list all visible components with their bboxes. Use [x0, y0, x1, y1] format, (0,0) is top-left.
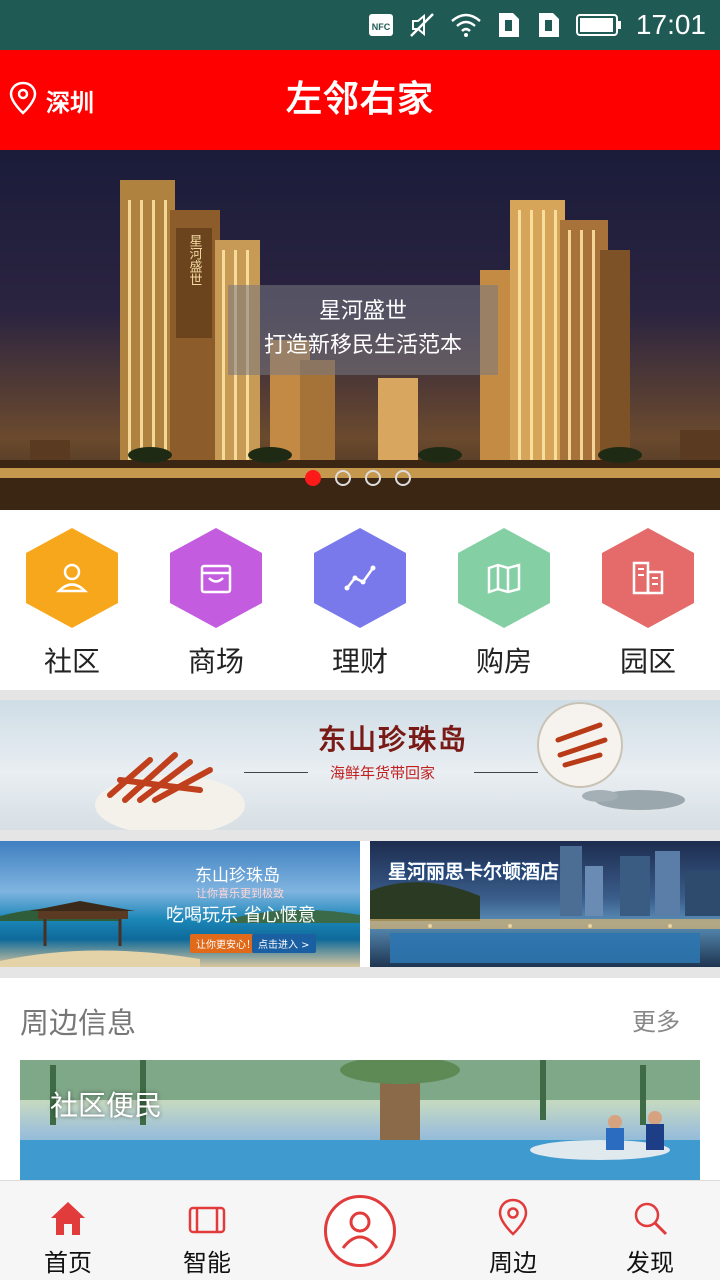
hero-caption-line2: 打造新移民生活范本 — [263, 333, 462, 358]
app-title: 左邻右家 — [285, 79, 434, 120]
category-park[interactable]: 园区 — [576, 528, 720, 680]
banner-title: 东山珍珠岛 — [318, 723, 469, 756]
app-header: 深圳 左邻右家 — [0, 50, 720, 150]
tab-label: 周边 — [489, 1249, 537, 1277]
profile-button[interactable] — [324, 1195, 396, 1267]
divider — [0, 830, 720, 841]
tab-home[interactable]: 首页 — [8, 1181, 128, 1280]
ad-banner[interactable]: 东山珍珠岛 海鲜年货带回家 — [0, 700, 720, 830]
wifi-icon — [450, 12, 482, 38]
building-icon — [602, 528, 694, 628]
nearby-section-header: 周边信息 更多 — [0, 978, 720, 1058]
search-icon — [590, 1181, 710, 1237]
promo-enter-button[interactable]: 点击进入 > — [252, 934, 316, 953]
carousel-dot[interactable] — [305, 470, 321, 486]
battery-icon — [575, 13, 622, 37]
category-house[interactable]: 购房 — [432, 528, 576, 680]
profile-icon — [337, 1206, 383, 1256]
mute-icon — [408, 11, 436, 39]
bag-icon — [170, 528, 262, 628]
bottom-tab-bar: 首页 智能 周边 发现 — [0, 1180, 720, 1280]
sim2-icon — [536, 11, 562, 39]
category-grid: 社区 商场 理财 购房 园区 — [0, 510, 720, 690]
tab-smart[interactable]: 智能 — [147, 1181, 267, 1280]
category-mall[interactable]: 商场 — [144, 528, 288, 680]
status-icons: NFC 17:01 — [368, 0, 706, 50]
divider — [0, 690, 720, 700]
home-icon — [8, 1181, 128, 1237]
status-time: 17:01 — [635, 9, 706, 40]
promo-card-hotel[interactable]: 星河丽思卡尔顿酒店 — [370, 841, 720, 967]
tab-label: 智能 — [183, 1249, 231, 1277]
category-label: 理财 — [331, 645, 388, 678]
hero-caption-line1: 星河盛世 — [318, 299, 407, 324]
more-link[interactable]: 更多 — [632, 1002, 680, 1037]
carousel-dot[interactable] — [365, 470, 381, 486]
divider — [0, 967, 720, 978]
nearby-title: 周边信息 — [20, 1006, 137, 1040]
nearby-card-label: 社区便民 — [50, 1089, 163, 1122]
banner-line — [244, 772, 308, 773]
banner-line — [474, 772, 538, 773]
promo-card-island[interactable]: 东山珍珠岛 让你喜乐更到极致 吃喝玩乐 省心惬意 让你更安心！ 点击进入 > — [0, 841, 360, 967]
category-finance[interactable]: 理财 — [288, 528, 432, 680]
category-label: 社区 — [43, 645, 100, 678]
promo-subtitle: 让你喜乐更到极致 — [196, 887, 284, 900]
nearby-card[interactable]: 社区便民 — [20, 1060, 700, 1180]
user-icon — [26, 528, 118, 628]
tab-label: 发现 — [626, 1249, 674, 1277]
nfc-icon: NFC — [368, 12, 394, 38]
tab-nearby[interactable]: 周边 — [453, 1181, 573, 1280]
carousel-dot[interactable] — [335, 470, 351, 486]
carousel-indicators — [305, 470, 411, 486]
banner-subtitle: 海鲜年货带回家 — [330, 764, 436, 782]
svg-text:NFC: NFC — [372, 22, 391, 32]
hero-carousel[interactable]: 星河盛世 星河盛世 打造新移民生活范本 — [0, 150, 720, 510]
promo-title: 东山珍珠岛 — [195, 866, 280, 886]
carousel-dot[interactable] — [395, 470, 411, 486]
category-label: 商场 — [187, 645, 244, 678]
hero-caption: 星河盛世 打造新移民生活范本 — [228, 285, 498, 375]
building-sign: 星河盛世 — [187, 234, 203, 286]
category-label: 购房 — [475, 645, 532, 678]
location-icon — [453, 1181, 573, 1237]
status-bar: NFC 17:01 — [0, 0, 720, 50]
tab-label: 首页 — [44, 1249, 92, 1277]
promo-slogan: 吃喝玩乐 省心惬意 — [166, 905, 316, 926]
trend-icon — [314, 528, 406, 628]
promo-title: 星河丽思卡尔顿酒店 — [388, 861, 560, 883]
tab-discover[interactable]: 发现 — [590, 1181, 710, 1280]
category-community[interactable]: 社区 — [0, 528, 144, 680]
device-icon — [147, 1181, 267, 1237]
category-label: 园区 — [619, 645, 676, 678]
sim1-icon — [496, 11, 522, 39]
map-icon — [458, 528, 550, 628]
